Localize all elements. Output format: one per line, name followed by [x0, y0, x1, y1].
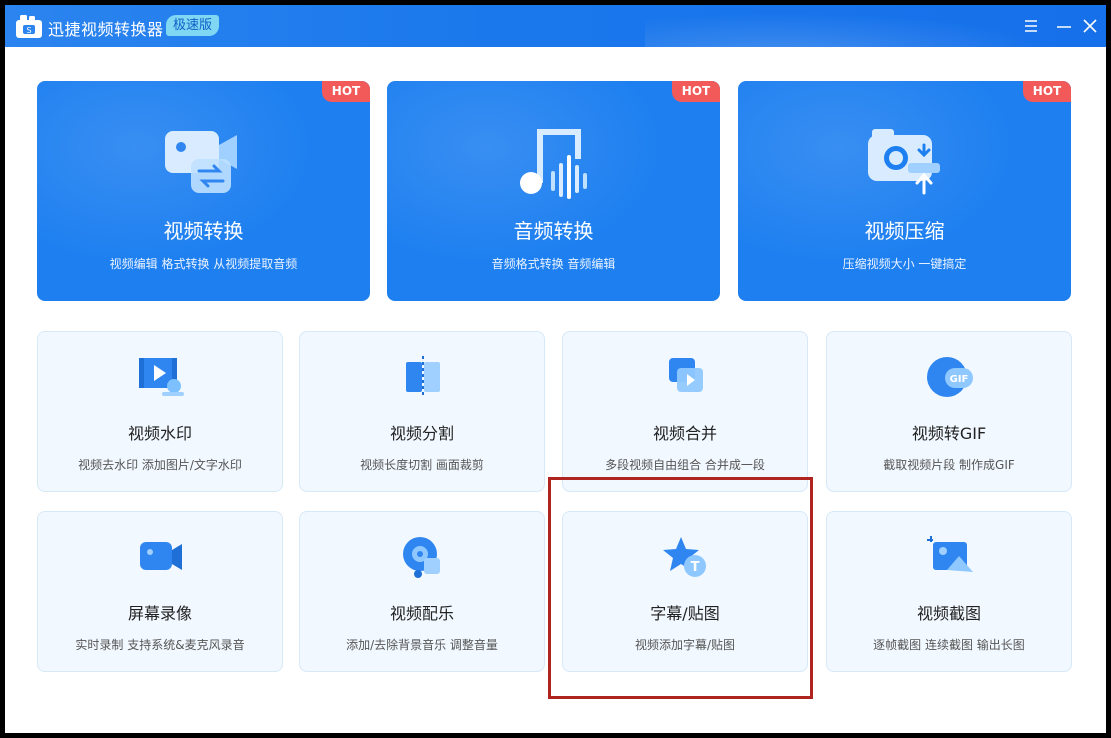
tool-watermark-card[interactable]: 视频水印 视频去水印 添加图片/文字水印 — [37, 331, 283, 492]
tool-screenshot-card[interactable]: 视频截图 逐帧截图 连续截图 输出长图 — [826, 511, 1072, 672]
hot-badge: HOT — [672, 81, 720, 102]
merge-icon — [669, 358, 703, 392]
menu-icon[interactable] — [1021, 16, 1041, 36]
title-bar: S 迅捷视频转换器 极速版 — [5, 5, 1106, 47]
tool-subtitle-sticker-card[interactable]: T 字幕/贴图 视频添加字幕/贴图 — [562, 511, 808, 672]
tool-title: 字幕/贴图 — [650, 604, 720, 623]
tool-description: 视频添加字幕/贴图 — [634, 638, 736, 652]
tool-description: 视频去水印 添加图片/文字水印 — [78, 458, 242, 472]
tool-split-card[interactable]: 视频分割 视频长度切割 画面裁剪 — [299, 331, 545, 492]
card-title: 视频压缩 — [864, 219, 945, 243]
card-description: 压缩视频大小 一键搞定 — [842, 257, 967, 271]
audio-convert-card[interactable]: HOT 音频转换 音频格式转换 音频编辑 — [387, 81, 720, 301]
video-convert-icon — [165, 131, 237, 193]
tool-title: 视频水印 — [127, 424, 192, 443]
tool-title: 视频转GIF — [911, 424, 987, 443]
tool-screen-record-card[interactable]: 屏幕录像 实时录制 支持系统&麦克风录音 — [37, 511, 283, 672]
tool-description: 实时录制 支持系统&麦克风录音 — [75, 638, 245, 652]
tool-description: 多段视频自由组合 合并成一段 — [605, 458, 765, 472]
svg-text:GIF: GIF — [950, 374, 969, 385]
tool-description: 添加/去除背景音乐 调整音量 — [346, 638, 498, 652]
video-convert-card[interactable]: HOT 视频转换 视频编辑 格式转换 从视频提取音频 — [37, 81, 370, 301]
card-description: 视频编辑 格式转换 从视频提取音频 — [109, 257, 298, 271]
video-compress-card[interactable]: HOT 视频压缩 压缩视频大小 一键搞定 — [738, 81, 1071, 301]
screen-record-icon — [140, 542, 182, 570]
tool-title: 屏幕录像 — [127, 604, 192, 623]
music-icon — [403, 537, 440, 578]
card-title: 视频转换 — [163, 219, 244, 243]
tool-title: 视频截图 — [916, 604, 981, 623]
tool-title: 视频配乐 — [389, 604, 454, 623]
screenshot-icon — [927, 536, 973, 572]
minimize-icon[interactable] — [1054, 16, 1074, 36]
tool-description: 视频长度切割 画面裁剪 — [360, 458, 484, 472]
tool-title: 视频分割 — [389, 424, 454, 443]
tool-gif-card[interactable]: GIF 视频转GIF 截取视频片段 制作成GIF — [826, 331, 1072, 492]
tool-description: 截取视频片段 制作成GIF — [883, 458, 1015, 472]
video-compress-icon — [868, 129, 940, 195]
app-logo-icon: S — [16, 15, 42, 38]
svg-text:T: T — [691, 560, 700, 575]
svg-text:S: S — [26, 26, 31, 35]
close-icon[interactable] — [1080, 16, 1100, 36]
hot-badge: HOT — [322, 81, 370, 102]
tool-description: 逐帧截图 连续截图 输出长图 — [873, 638, 1025, 652]
tool-title: 视频合并 — [652, 424, 717, 443]
split-icon — [406, 356, 440, 398]
gif-icon: GIF — [927, 357, 973, 397]
card-title: 音频转换 — [513, 219, 594, 243]
subtitle-sticker-icon: T — [663, 537, 706, 577]
card-description: 音频格式转换 音频编辑 — [491, 257, 616, 271]
hot-badge: HOT — [1023, 81, 1071, 102]
app-title: 迅捷视频转换器 — [48, 20, 164, 39]
edition-badge: 极速版 — [166, 15, 220, 36]
tool-music-card[interactable]: 视频配乐 添加/去除背景音乐 调整音量 — [299, 511, 545, 672]
watermark-icon — [139, 358, 184, 396]
app-window: S 迅捷视频转换器 极速版 HOT 视频转换 视频编辑 格式转换 从视频提取音频 — [5, 5, 1106, 733]
tool-merge-card[interactable]: 视频合并 多段视频自由组合 合并成一段 — [562, 331, 808, 492]
audio-convert-icon — [520, 129, 587, 199]
